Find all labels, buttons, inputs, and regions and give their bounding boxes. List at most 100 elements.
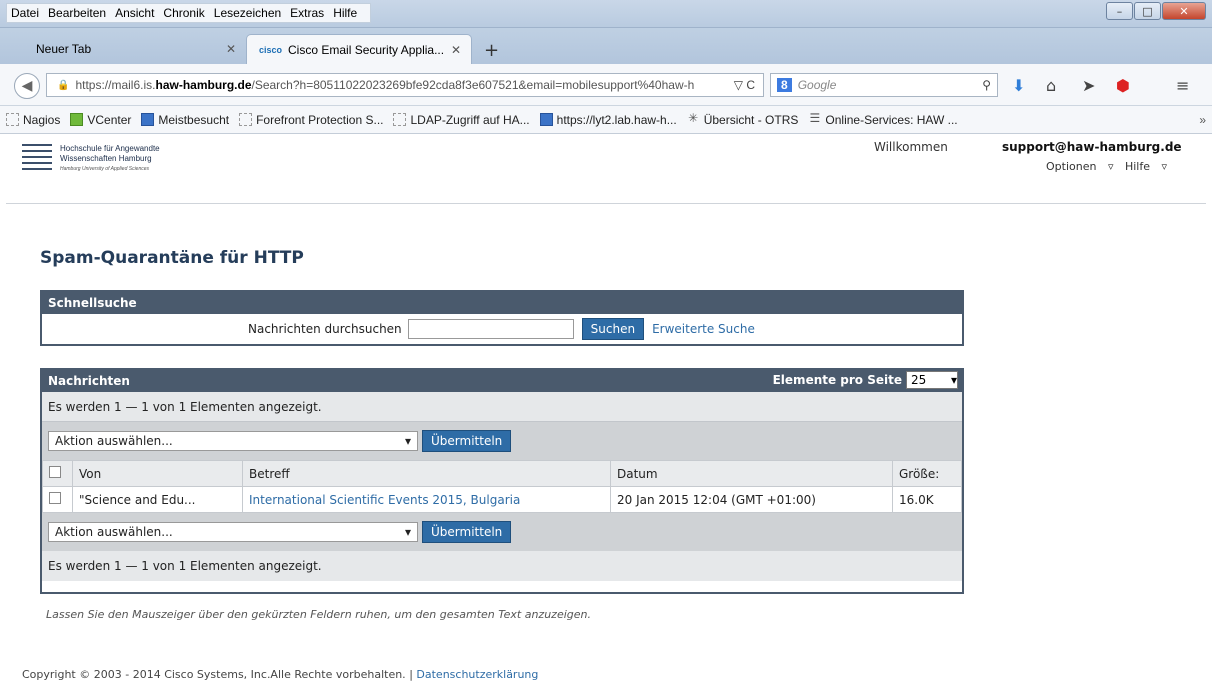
tab-new[interactable]: Neuer Tab ✕	[24, 34, 246, 64]
hover-hint: Lassen Sie den Mauszeiger über den gekür…	[46, 608, 591, 621]
bookmark-otrs[interactable]: ✳ Übersicht - OTRS	[687, 112, 799, 127]
select-all-cell	[42, 460, 73, 487]
bookmark-lyt2[interactable]: https://lyt2.lab.haw-h...	[539, 112, 677, 127]
help-menu[interactable]: Hilfe ▿	[1125, 160, 1167, 173]
quicksearch-title: Schnellsuche	[42, 292, 962, 314]
col-subject[interactable]: Betreff	[242, 460, 611, 487]
footer: Copyright © 2003 - 2014 Cisco Systems, I…	[22, 668, 538, 681]
search-icon[interactable]: ⚲	[982, 78, 991, 92]
close-tab-icon[interactable]: ✕	[226, 42, 236, 56]
search-engine-icon[interactable]: 8	[777, 78, 792, 92]
submit-button-top[interactable]: Übermitteln	[422, 430, 512, 452]
window-titlebar: Datei Bearbeiten Ansicht Chronik Lesezei…	[0, 0, 1212, 28]
list-icon: ☰	[809, 111, 821, 125]
search-input[interactable]	[407, 319, 574, 339]
footer-separator: |	[409, 668, 413, 681]
row-date: 20 Jan 2015 12:04 (GMT +01:00)	[610, 486, 893, 513]
url-prefix: https://mail6.is.	[75, 78, 156, 92]
row-from: "Science and Edu...	[72, 486, 243, 513]
bookmarks-overflow-icon[interactable]: »	[1199, 113, 1206, 127]
row-subject-link[interactable]: International Scientific Events 2015, Bu…	[242, 486, 611, 513]
bookmark-forefront[interactable]: Forefront Protection S...	[239, 113, 383, 127]
reload-icon[interactable]: ▽ C	[734, 78, 755, 92]
minimize-button[interactable]: –	[1106, 2, 1133, 20]
logo-line1: Hochschule für Angewandte	[60, 144, 160, 153]
download-arrow-icon[interactable]: ⬇	[1012, 76, 1025, 95]
action-select-value: Aktion auswählen...	[55, 525, 173, 539]
search-placeholder: Google	[797, 78, 837, 92]
col-from[interactable]: Von	[72, 460, 243, 487]
options-menu[interactable]: Optionen ▿	[1046, 160, 1113, 173]
header-menu: Optionen ▿ Hilfe ▿	[1046, 160, 1175, 173]
send-icon[interactable]: ➤	[1082, 76, 1095, 95]
search-label: Nachrichten durchsuchen	[248, 322, 402, 336]
per-page-select[interactable]: 25 ▾	[906, 371, 958, 389]
page-title: Spam-Quarantäne für HTTP	[40, 248, 304, 268]
vcenter-icon	[70, 113, 84, 126]
advanced-search-link[interactable]: Erweiterte Suche	[652, 322, 755, 336]
menu-hilfe[interactable]: Hilfe	[333, 6, 357, 20]
bookmarks-bar: Nagios VCenter Meistbesucht Forefront Pr…	[0, 106, 1212, 134]
url-bar[interactable]: 🔒 https://mail6.is. haw-hamburg.de/Search…	[46, 73, 764, 97]
menu-ansicht[interactable]: Ansicht	[115, 6, 154, 20]
per-page-value: 25	[911, 373, 927, 387]
privacy-link[interactable]: Datenschutzerklärung	[416, 668, 538, 681]
menu-lesezeichen[interactable]: Lesezeichen	[214, 6, 281, 20]
chevron-down-icon: ▾	[404, 525, 411, 539]
tab-cisco-label: Cisco Email Security Applia...	[288, 42, 445, 57]
action-select-top[interactable]: Aktion auswählen... ▾	[48, 431, 418, 451]
menu-bearbeiten[interactable]: Bearbeiten	[48, 6, 106, 20]
table-header-row: Von Betreff Datum Größe:	[42, 460, 962, 487]
bookmark-nagios[interactable]: Nagios	[6, 113, 60, 127]
bookmark-label: Forefront Protection S...	[256, 112, 384, 127]
search-button[interactable]: Suchen	[581, 318, 645, 340]
row-size: 16.0K	[892, 486, 962, 513]
close-window-button[interactable]: ✕	[1162, 2, 1206, 20]
menu-chronik[interactable]: Chronik	[163, 6, 204, 20]
bookmark-meistbesucht[interactable]: Meistbesucht	[141, 113, 229, 127]
close-tab-icon[interactable]: ✕	[451, 43, 461, 57]
per-page-label: Elemente pro Seite	[772, 373, 902, 387]
options-label: Optionen	[1046, 160, 1097, 173]
page-icon	[393, 113, 407, 126]
quicksearch-panel: Schnellsuche Nachrichten durchsuchen Suc…	[40, 290, 964, 346]
action-row-top: Aktion auswählen... ▾ Übermitteln	[42, 422, 962, 460]
col-size[interactable]: Größe:	[892, 460, 962, 487]
menu-datei[interactable]: Datei	[11, 6, 39, 20]
bookmark-label: Übersicht - OTRS	[703, 112, 799, 127]
menu-extras[interactable]: Extras	[290, 6, 324, 20]
bookmark-label: https://lyt2.lab.haw-h...	[556, 112, 677, 127]
bookmark-vcenter[interactable]: VCenter	[70, 113, 131, 127]
cisco-favicon-icon: cisco	[259, 44, 283, 55]
messages-panel: Nachrichten Elemente pro Seite 25 ▾ Es w…	[40, 368, 964, 594]
bookmark-label: LDAP-Zugriff auf HA...	[410, 112, 530, 127]
bookmark-online-services[interactable]: ☰ Online-Services: HAW ...	[808, 111, 958, 127]
tab-cisco[interactable]: cisco Cisco Email Security Applia... ✕	[246, 34, 472, 64]
lock-icon: 🔒	[57, 79, 70, 91]
new-tab-plus-icon[interactable]: +	[484, 40, 499, 61]
adblock-icon[interactable]: ⬢	[1116, 76, 1130, 95]
maximize-button[interactable]: □	[1134, 2, 1161, 20]
web-search-bar[interactable]: 8 Google ⚲	[770, 73, 998, 97]
help-label: Hilfe	[1124, 160, 1151, 173]
row-checkbox[interactable]	[49, 492, 61, 504]
bookmark-ldap[interactable]: LDAP-Zugriff auf HA...	[393, 112, 530, 127]
logo-line3: Hamburg University of Applied Sciences	[60, 166, 150, 172]
submit-button-bottom[interactable]: Übermitteln	[422, 521, 512, 543]
messages-table: Von Betreff Datum Größe: "Science and Ed…	[42, 460, 962, 513]
url-domain: haw-hamburg.de	[155, 78, 252, 92]
page-icon	[6, 113, 19, 126]
menubar: Datei Bearbeiten Ansicht Chronik Lesezei…	[6, 3, 372, 23]
action-select-bottom[interactable]: Aktion auswählen... ▾	[48, 522, 418, 542]
bookmark-label: Online-Services: HAW ...	[825, 112, 958, 127]
navigation-bar: ◀ 🔒 https://mail6.is. haw-hamburg.de/Sear…	[0, 64, 1212, 106]
home-icon[interactable]: ⌂	[1046, 76, 1056, 95]
hamburger-menu-icon[interactable]: ≡	[1176, 76, 1189, 95]
haw-logo[interactable]: Hochschule für Angewandte Wissenschaften…	[22, 144, 160, 174]
select-all-checkbox[interactable]	[49, 466, 61, 478]
col-date[interactable]: Datum	[610, 460, 893, 487]
url-rest: /Search?h=80511022023269bfe92cda8f3e6075…	[251, 78, 695, 92]
back-arrow-icon[interactable]: ◀	[14, 73, 40, 99]
window-controls: – □ ✕	[1105, 2, 1206, 20]
tab-new-label: Neuer Tab	[36, 42, 92, 56]
